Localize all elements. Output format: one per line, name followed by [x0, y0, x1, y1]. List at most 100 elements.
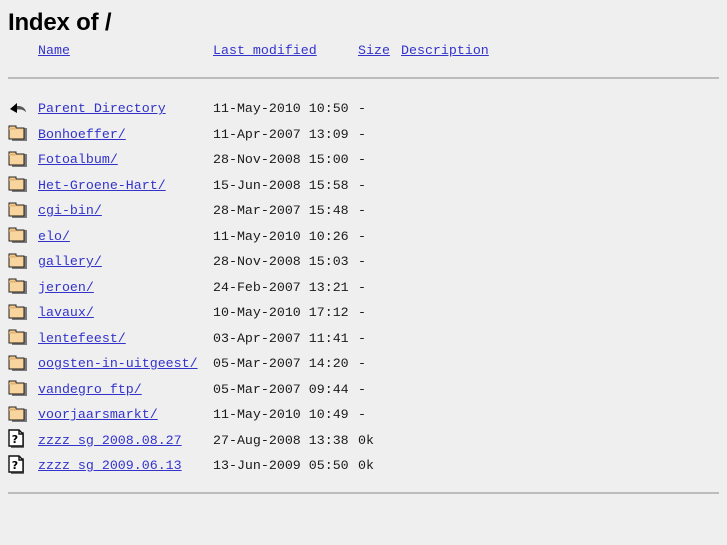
cell-size: - [358, 254, 366, 270]
entry-link[interactable]: zzzz sg 2008.08.27 [38, 433, 182, 448]
entry-link[interactable]: lavaux/ [38, 305, 94, 320]
cell-last-modified: 11-Apr-2007 13:09 [213, 126, 349, 142]
folder-icon [8, 404, 28, 426]
cell-last-modified: 05-Mar-2007 14:20 [213, 356, 349, 372]
folder-icon [8, 276, 28, 298]
entry-link[interactable]: zzzz sg 2009.06.13 [38, 458, 182, 473]
table-body: Parent Directory 11-May-2010 10:50- Bonhoe… [8, 79, 727, 479]
cell-description [401, 96, 727, 122]
cell-description [401, 249, 727, 275]
folder-icon [8, 353, 28, 375]
cell-last-modified: 24-Feb-2007 13:21 [213, 279, 349, 295]
sort-by-name-link[interactable]: Name [38, 43, 70, 58]
entry-link[interactable]: oogsten-in-uitgeest/ [38, 356, 198, 371]
cell-last-modified: 28-Mar-2007 15:48 [213, 203, 349, 219]
cell-description [401, 224, 727, 250]
cell-size: - [358, 126, 366, 142]
index-table: Name Last modified Size Description [8, 37, 727, 58]
cell-size: - [358, 152, 366, 168]
folder-icon [8, 378, 28, 400]
cell-size: - [358, 356, 366, 372]
cell-last-modified: 10-May-2010 17:12 [213, 305, 349, 321]
folder-icon [8, 123, 28, 145]
entry-link[interactable]: Bonhoeffer/ [38, 127, 126, 142]
cell-last-modified: 27-Aug-2008 13:38 [213, 432, 349, 448]
cell-description [401, 198, 727, 224]
sort-by-size-link[interactable]: Size [358, 43, 390, 58]
unknown-file-icon: ? [8, 455, 28, 477]
back-icon [8, 98, 28, 120]
table-header-row: Name Last modified Size Description [8, 37, 727, 58]
cell-last-modified: 11-May-2010 10:26 [213, 228, 349, 244]
table-row: jeroen/24-Feb-2007 13:21- [8, 275, 727, 301]
cell-description [401, 377, 727, 403]
entry-link[interactable]: voorjaarsmarkt/ [38, 407, 158, 422]
sort-by-description-link[interactable]: Description [401, 43, 489, 58]
folder-icon [8, 251, 28, 273]
cell-name: zzzz sg 2008.08.27 [38, 428, 213, 454]
table-row: lavaux/10-May-2010 17:12- [8, 300, 727, 326]
cell-name: lentefeest/ [38, 326, 213, 352]
entry-link[interactable]: jeroen/ [38, 280, 94, 295]
cell-last-modified: 28-Nov-2008 15:03 [213, 254, 349, 270]
cell-size: 0k [358, 432, 374, 448]
cell-size: 0k [358, 458, 374, 474]
page-title: Index of / [8, 9, 112, 36]
entry-link[interactable]: elo/ [38, 229, 70, 244]
entry-link[interactable]: gallery/ [38, 254, 102, 269]
cell-description [401, 147, 727, 173]
folder-icon [8, 200, 28, 222]
svg-text:?: ? [12, 433, 18, 446]
svg-text:?: ? [12, 459, 18, 472]
cell-size: - [358, 305, 366, 321]
cell-description [401, 300, 727, 326]
cell-description [401, 351, 727, 377]
header-size: Size [358, 37, 401, 58]
folder-icon [8, 327, 28, 349]
cell-name: Parent Directory [38, 96, 213, 122]
table-header: Name Last modified Size Description [8, 37, 727, 58]
entry-link[interactable]: Fotoalbum/ [38, 152, 118, 167]
table-row: vandegro ftp/05-Mar-2007 09:44- [8, 377, 727, 403]
entry-link[interactable]: cgi-bin/ [38, 203, 102, 218]
cell-name: jeroen/ [38, 275, 213, 301]
cell-name: Het-Groene-Hart/ [38, 173, 213, 199]
folder-icon [8, 149, 28, 171]
cell-size: - [358, 279, 366, 295]
header-description: Description [401, 37, 727, 58]
table-row: cgi-bin/28-Mar-2007 15:48- [8, 198, 727, 224]
entry-link[interactable]: vandegro ftp/ [38, 382, 142, 397]
table-row: Het-Groene-Hart/15-Jun-2008 15:58- [8, 173, 727, 199]
entry-link[interactable]: Parent Directory [38, 101, 166, 116]
folder-icon [8, 174, 28, 196]
cell-size: - [358, 228, 366, 244]
cell-size: - [358, 330, 366, 346]
cell-name: zzzz sg 2009.06.13 [38, 453, 213, 479]
cell-description [401, 275, 727, 301]
cell-size: - [358, 101, 366, 117]
header-icon-spacer [8, 37, 38, 58]
table-row: elo/11-May-2010 10:26- [8, 224, 727, 250]
cell-description [401, 428, 727, 454]
cell-name: Bonhoeffer/ [38, 122, 213, 148]
cell-description [401, 122, 727, 148]
cell-last-modified: 11-May-2010 10:49 [213, 407, 349, 423]
cell-last-modified: 11-May-2010 10:50 [213, 101, 349, 117]
entry-link[interactable]: lentefeest/ [38, 331, 126, 346]
sort-by-date-link[interactable]: Last modified [213, 43, 317, 58]
entry-link[interactable]: Het-Groene-Hart/ [38, 178, 166, 193]
cell-last-modified: 03-Apr-2007 11:41 [213, 330, 349, 346]
cell-description [401, 453, 727, 479]
cell-size: - [358, 177, 366, 193]
cell-last-modified: 28-Nov-2008 15:00 [213, 152, 349, 168]
table-spacer-row [8, 79, 727, 96]
folder-icon [8, 225, 28, 247]
cell-name: oogsten-in-uitgeest/ [38, 351, 213, 377]
footer-divider [8, 491, 719, 494]
table-row: ? zzzz sg 2009.06.13 13-Jun-2009 05:50 0k [8, 453, 727, 479]
cell-name: vandegro ftp/ [38, 377, 213, 403]
table-row: Bonhoeffer/11-Apr-2007 13:09- [8, 122, 727, 148]
table-row: ? zzzz sg 2008.08.27 27-Aug-2008 13:38 0k [8, 428, 727, 454]
table-row: voorjaarsmarkt/11-May-2010 10:49- [8, 402, 727, 428]
directory-listing: Name Last modified Size Description Pare… [0, 37, 727, 494]
